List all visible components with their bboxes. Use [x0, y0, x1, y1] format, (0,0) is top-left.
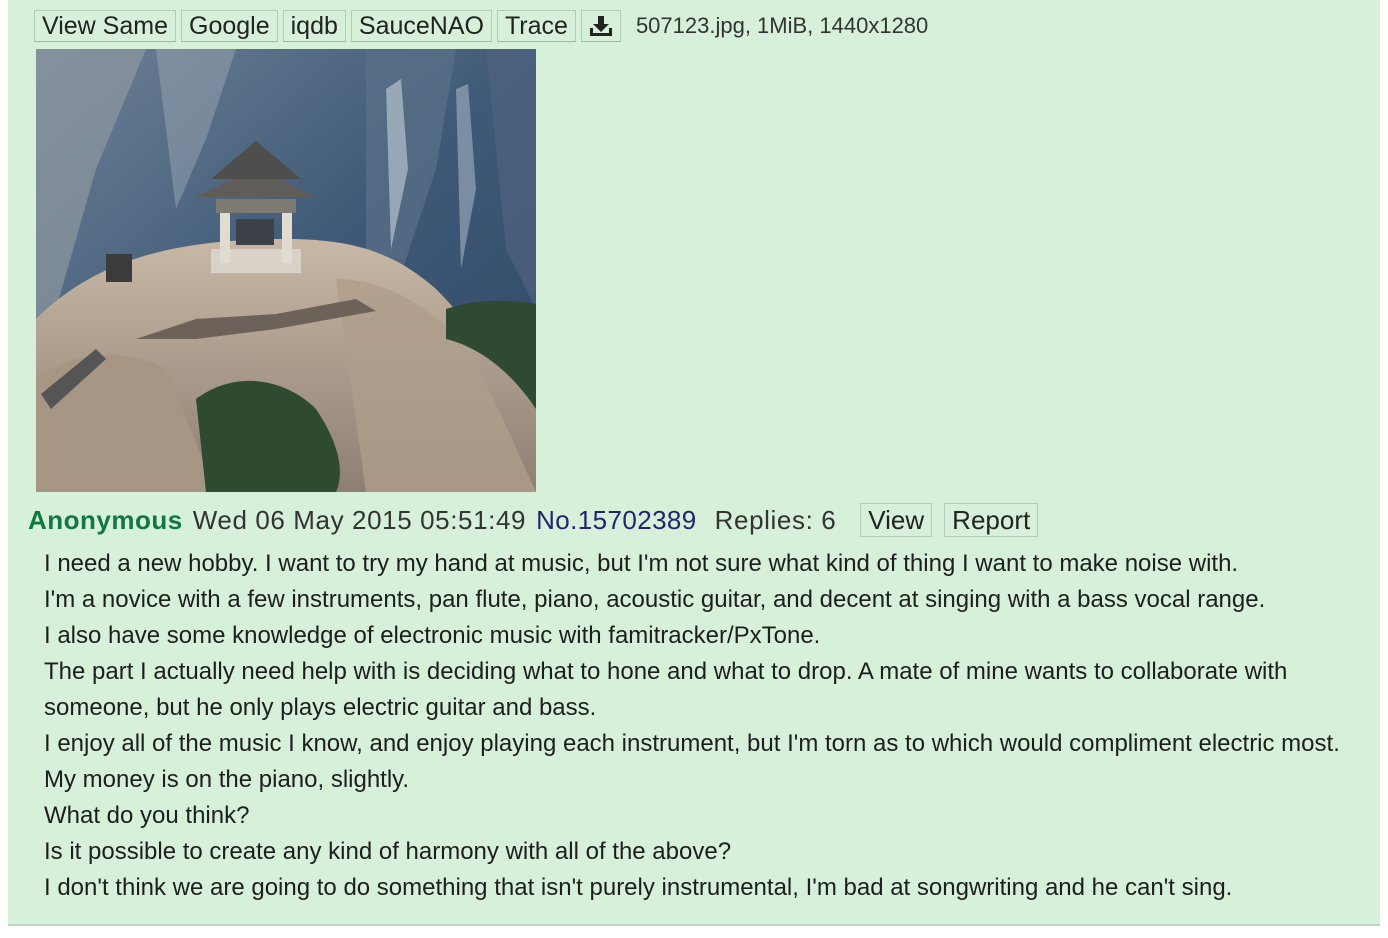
comment-line: Is it possible to create any kind of har… [44, 838, 732, 865]
post-number-link[interactable]: No.15702389 [536, 505, 697, 536]
comment-line: I need a new hobby. I want to try my han… [44, 550, 1239, 577]
iqdb-search-button[interactable]: iqdb [282, 10, 346, 42]
comment-line: I'm a novice with a few instruments, pan… [44, 586, 1266, 613]
comment-line: I also have some knowledge of electronic… [44, 622, 821, 649]
post-image-thumbnail[interactable] [36, 49, 536, 492]
download-icon [589, 16, 612, 36]
comment-line: I don't think we are going to do somethi… [44, 874, 1233, 901]
saucenao-search-button[interactable]: SauceNAO [350, 10, 492, 42]
google-search-button[interactable]: Google [181, 10, 278, 42]
file-toolbar: View Same Google iqdb SauceNAO Trace 507… [34, 8, 928, 44]
file-info: 507123.jpg, 1MiB, 1440x1280 [635, 13, 929, 38]
post-container: View Same Google iqdb SauceNAO Trace 507… [8, 0, 1380, 926]
view-same-button[interactable]: View Same [34, 10, 176, 42]
report-button[interactable]: Report [944, 503, 1039, 537]
post-comment: I need a new hobby. I want to try my han… [44, 546, 1374, 906]
post-date: Wed 06 May 2015 05:51:49 [192, 504, 527, 535]
comment-line: The part I actually need help with is de… [44, 658, 1288, 721]
download-button[interactable] [580, 10, 621, 42]
poster-name: Anonymous [28, 504, 183, 535]
view-thread-button[interactable]: View [860, 503, 933, 537]
post-header: Anonymous Wed 06 May 2015 05:51:49 No.15… [28, 500, 1039, 540]
comment-line: I enjoy all of the music I know, and enj… [44, 730, 1340, 793]
comment-line: What do you think? [44, 802, 250, 829]
reply-count: Replies: 6 [714, 504, 837, 535]
trace-search-button[interactable]: Trace [496, 10, 576, 42]
